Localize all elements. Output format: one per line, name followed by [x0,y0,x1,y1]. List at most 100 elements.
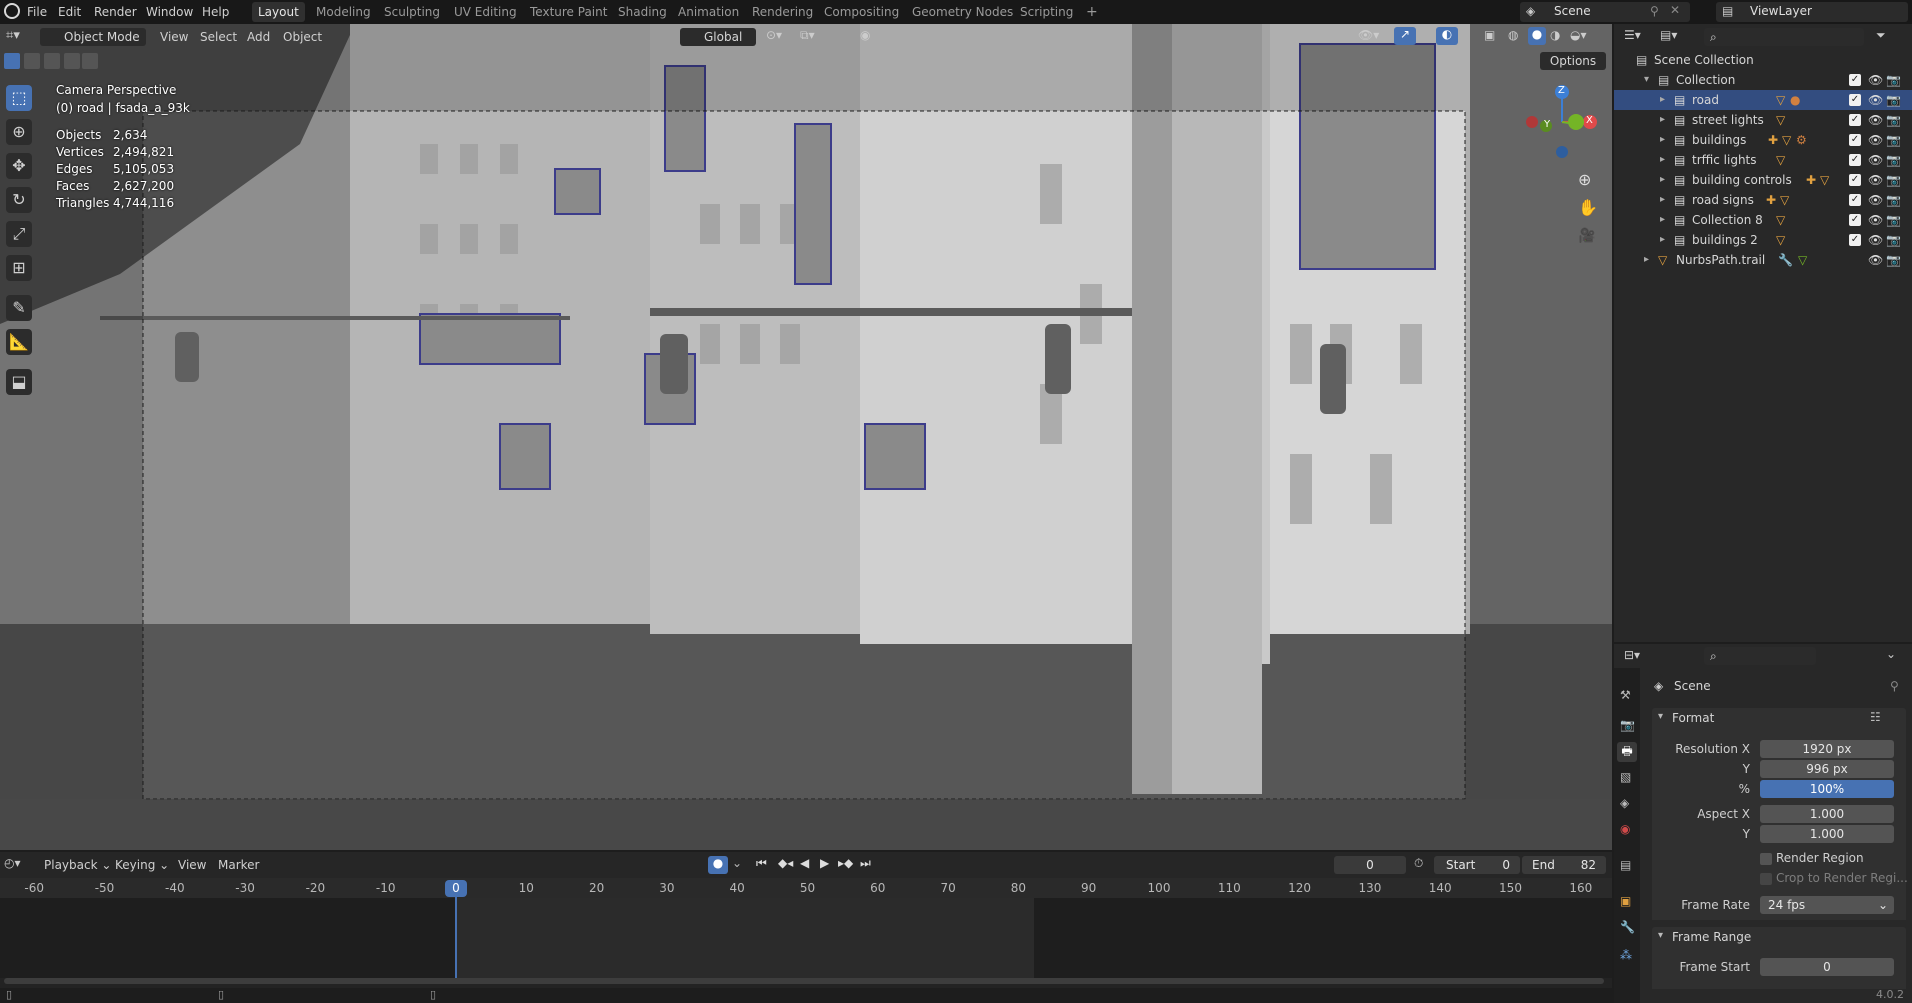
tab-scripting[interactable]: Scripting [1014,2,1079,22]
navigation-gizmo[interactable]: Z X Y [1524,84,1600,160]
render-camera-icon[interactable]: 📷 [1886,150,1901,170]
properties-editor-icon[interactable]: ⊟▾ [1624,648,1640,662]
outliner-search-input[interactable]: ⌕ [1704,28,1864,46]
display-mode-icon[interactable]: ▤▾ [1660,28,1677,42]
end-frame-field[interactable]: End 82 [1522,856,1606,874]
add-cube-tool-icon[interactable]: ⬓ [6,369,32,395]
render-camera-icon[interactable]: 📷 [1886,70,1901,90]
tab-rendering[interactable]: Rendering [746,2,819,22]
render-camera-icon[interactable]: 📷 [1886,230,1901,250]
render-camera-icon[interactable]: 📷 [1886,210,1901,230]
tab-shading[interactable]: Shading [612,2,673,22]
menu-render[interactable]: Render [94,3,137,21]
pivot-icon[interactable]: ⊙▾ [766,28,782,42]
measure-tool-icon[interactable]: 📐 [6,329,32,355]
filter-icon[interactable]: ⏷ [1876,28,1886,43]
exclude-checkbox[interactable]: ✓ [1849,114,1861,126]
exclude-checkbox[interactable]: ✓ [1849,214,1861,226]
eye-icon[interactable]: 👁 [1868,190,1883,210]
output-tab-icon[interactable]: 🖶 [1617,742,1637,762]
play-reverse-icon[interactable]: ◀ [800,856,809,870]
editor-type-icon[interactable]: ⌗▾ [6,28,20,43]
chevron-down-icon[interactable]: ▾ [1644,70,1649,90]
aspect-y-field[interactable]: 1.000 [1760,825,1894,843]
crop-region-checkbox[interactable] [1760,873,1772,885]
timeline-menu-keying[interactable]: Keying ⌄ [115,856,169,874]
select-invert-icon[interactable] [64,53,80,69]
chevron-right-icon[interactable]: ▸ [1660,230,1665,250]
render-camera-icon[interactable]: 📷 [1886,130,1901,150]
chevron-right-icon[interactable]: ▸ [1660,190,1665,210]
scene-tab-icon[interactable]: ◈ [1620,796,1629,810]
timeline-menu-marker[interactable]: Marker [218,856,259,874]
chevron-right-icon[interactable]: ▸ [1644,250,1649,270]
outliner-row[interactable]: ▸ ▤ Collection 8 ▽ ✓ 👁 📷 [1614,210,1912,230]
timeline-menu-view[interactable]: View [178,856,206,874]
eye-icon[interactable]: 👁 [1868,90,1883,110]
outliner-row[interactable]: ▸ ▤ road ▽ ● ✓ 👁 📷 [1614,90,1912,110]
tab-modeling[interactable]: Modeling [310,2,377,22]
exclude-checkbox[interactable]: ✓ [1849,94,1861,106]
tab-geometry-nodes[interactable]: Geometry Nodes [906,2,1019,22]
close-icon[interactable]: ✕ [1670,3,1680,17]
eye-icon[interactable]: 👁 [1868,150,1883,170]
outliner-row[interactable]: ▸ ▤ street lights ▽ ✓ 👁 📷 [1614,110,1912,130]
modifier-tab-icon[interactable]: 🔧 [1620,920,1635,934]
pin-icon[interactable]: ⚲ [1650,4,1659,18]
snap-icon[interactable]: ⧉▾ [800,28,815,43]
chevron-down-icon[interactable]: ⌄ [732,856,742,870]
render-camera-icon[interactable]: 📷 [1886,250,1901,270]
eye-icon[interactable]: 👁 [1868,230,1883,250]
outliner-row-nurbspath[interactable]: ▸ ▽ NurbsPath.trail 🔧 ▽ 👁 📷 [1614,250,1912,270]
gizmo-toggle-icon[interactable]: ↗ [1394,27,1416,45]
current-frame-field[interactable]: 0 [1334,856,1406,874]
timeline-editor-icon[interactable]: ◴▾ [4,856,21,870]
play-icon[interactable]: ▶ [820,856,829,870]
tab-animation[interactable]: Animation [672,2,745,22]
start-frame-field[interactable]: Start 0 [1434,856,1520,874]
menu-help[interactable]: Help [202,3,229,21]
object-tab-icon[interactable]: ▣ [1620,894,1631,908]
pan-hand-icon[interactable]: ✋ [1578,198,1598,217]
tool-tab-icon[interactable]: ⚒ [1620,688,1631,702]
exclude-checkbox[interactable]: ✓ [1849,174,1861,186]
auto-keying-button[interactable]: ● [708,856,728,874]
shading-rendered-icon[interactable]: ◒▾ [1570,28,1587,42]
frame-range-panel-header[interactable]: ▾ Frame Range [1652,927,1906,949]
view-layer-tab-icon[interactable]: ▧ [1620,770,1631,784]
annotate-tool-icon[interactable]: ✎ [6,295,32,321]
viewport-menu-object[interactable]: Object [283,28,322,46]
tab-layout[interactable]: Layout [252,2,305,22]
options-button[interactable]: Options [1540,52,1606,70]
collection-tab-icon[interactable]: ▤ [1620,858,1631,872]
tab-sculpting[interactable]: Sculpting [378,2,446,22]
stopwatch-icon[interactable]: ⏱ [1414,856,1423,871]
viewport-menu-view[interactable]: View [160,28,188,46]
select-new-icon[interactable] [4,53,20,69]
rotate-tool-icon[interactable]: ↻ [6,187,32,213]
transform-orientation[interactable]: Global [680,28,756,46]
chevron-right-icon[interactable]: ▸ [1660,170,1665,190]
jump-start-icon[interactable]: ⏮ [756,856,767,871]
move-tool-icon[interactable]: ✥ [6,153,32,179]
format-panel-header[interactable]: ▾ Format ☷ [1652,708,1906,730]
chevron-right-icon[interactable]: ▸ [1660,110,1665,130]
eye-icon[interactable]: 👁 [1868,170,1883,190]
zoom-icon[interactable]: ⊕ [1578,170,1591,189]
outliner-scene-collection[interactable]: ▤ Scene Collection [1614,50,1912,70]
mode-selector[interactable]: Object Mode [40,28,146,46]
outliner-collection[interactable]: ▾ ▤ Collection ✓ 👁 📷 [1614,70,1912,90]
outliner-editor-icon[interactable]: ☰▾ [1624,28,1641,42]
chevron-right-icon[interactable]: ▸ [1660,210,1665,230]
menu-edit[interactable]: Edit [58,3,81,21]
outliner-row[interactable]: ▸ ▤ building controls ✚ ▽ ✓ 👁 📷 [1614,170,1912,190]
frame-rate-dropdown[interactable]: 24 fps ⌄ [1760,896,1894,914]
eye-icon[interactable]: 👁 [1868,110,1883,130]
chevron-right-icon[interactable]: ▸ [1660,130,1665,150]
shading-wireframe-icon[interactable]: ◍ [1508,28,1518,42]
exclude-checkbox[interactable]: ✓ [1849,154,1861,166]
camera-view-icon[interactable]: 🎥 [1578,228,1595,244]
overlay-toggle-icon[interactable]: ◐ [1436,27,1458,45]
jump-end-icon[interactable]: ⏭ [860,856,871,871]
tab-texture-paint[interactable]: Texture Paint [524,2,613,22]
